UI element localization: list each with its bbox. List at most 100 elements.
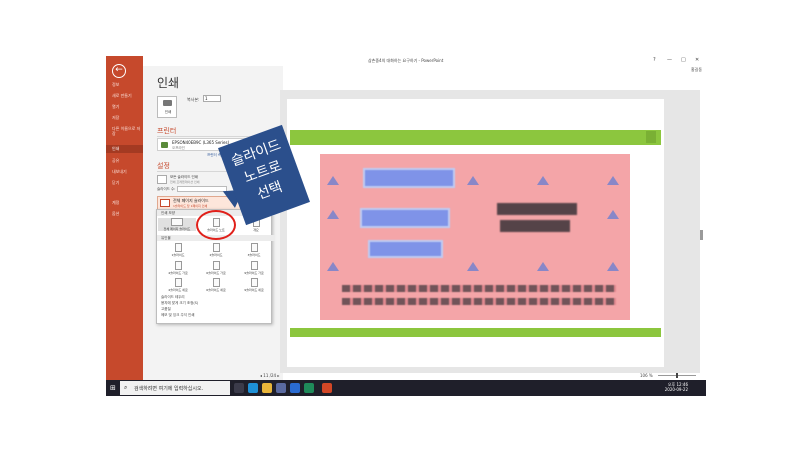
- page-total: /24: [269, 373, 277, 378]
- handout-icon: [250, 278, 258, 287]
- user-name[interactable]: 홍길동: [691, 67, 702, 73]
- close-icon[interactable]: ✕: [695, 57, 699, 63]
- back-arrow-icon[interactable]: ←: [112, 64, 126, 78]
- handout-3[interactable]: 3슬라이드: [237, 243, 271, 257]
- handout-icon: [174, 261, 182, 270]
- sidebar-item-info[interactable]: 정보: [112, 82, 142, 88]
- clock-date: 2020-09-22: [664, 387, 688, 392]
- task-view-icon[interactable]: [234, 383, 244, 393]
- print-button[interactable]: 인쇄: [157, 96, 177, 118]
- handout-9h[interactable]: 9슬라이드 가로: [237, 261, 271, 275]
- handout-icon: [174, 243, 182, 252]
- option-high-quality[interactable]: 고품질: [161, 307, 171, 312]
- printer-icon: [161, 142, 168, 148]
- blurred-text: [342, 285, 616, 292]
- title-bar: 삼촌중4의 대화하는 요구하기 - PowerPoint ? — □ ✕ 홍길동: [143, 56, 706, 72]
- option-frame-slides[interactable]: 슬라이드 테두리: [161, 295, 185, 300]
- shape: [327, 210, 339, 219]
- handout-icon: [212, 261, 220, 270]
- slides-input[interactable]: [177, 186, 227, 192]
- sidebar-item-share[interactable]: 공유: [112, 158, 142, 164]
- excel-icon[interactable]: [304, 383, 314, 393]
- minimize-icon[interactable]: —: [667, 57, 672, 63]
- shape: [537, 262, 549, 271]
- handout-label: 4슬라이드 가로: [168, 271, 188, 275]
- backstage-sidebar: ← 정보 새로 만들기 열기 저장 다른 이름으로 저장 인쇄 공유 내보내기 …: [106, 56, 143, 380]
- file-explorer-icon[interactable]: [262, 383, 272, 393]
- search-placeholder: 검색하려면 여기에 입력하십시오.: [134, 386, 204, 392]
- layout-selected-sub: 1슬라이드 당 1페이지 인쇄: [173, 204, 208, 208]
- window-title: 삼촌중4의 대화하는 요구하기 - PowerPoint: [368, 58, 444, 63]
- handout-9v[interactable]: 9슬라이드 세로: [237, 278, 271, 292]
- sidebar-item-export[interactable]: 내보내기: [112, 169, 142, 175]
- handout-6h[interactable]: 6슬라이드 가로: [199, 261, 233, 275]
- handout-2[interactable]: 2슬라이드: [199, 243, 233, 257]
- sidebar-item-new[interactable]: 새로 만들기: [112, 93, 142, 99]
- shape: [607, 176, 619, 185]
- help-icon[interactable]: ?: [653, 57, 656, 63]
- taskbar-search[interactable]: ⌕ 검색하려면 여기에 입력하십시오.: [120, 381, 230, 395]
- sidebar-item-options[interactable]: 옵션: [112, 211, 142, 217]
- handout-label: 2슬라이드: [209, 253, 223, 257]
- print-range-sub: 전체 프레젠테이션 인쇄: [170, 180, 200, 184]
- handout-label: 6슬라이드 세로: [206, 288, 226, 292]
- powerpoint-icon[interactable]: [322, 383, 332, 393]
- layout-full-page[interactable]: 전체 페이지 슬라이드: [158, 218, 196, 231]
- shape: [327, 262, 339, 271]
- maximize-icon[interactable]: □: [681, 57, 686, 63]
- handout-label: 4슬라이드 세로: [168, 288, 188, 292]
- mail-icon[interactable]: [290, 383, 300, 393]
- printer-name: EPSON40EB9C (L365 Series): [172, 140, 230, 145]
- windows-start-icon[interactable]: ⊞: [110, 384, 118, 392]
- layout-full-page-label: 전체 페이지 슬라이드: [163, 227, 191, 231]
- handout-label: 1슬라이드: [171, 253, 185, 257]
- search-icon: ⌕: [124, 384, 128, 391]
- system-clock[interactable]: 오후 12:46 2020-09-22: [665, 382, 688, 392]
- printer-status: 오프라인: [172, 146, 185, 150]
- slide-number-blurred: [646, 131, 656, 143]
- printer-icon: [163, 100, 172, 106]
- handout-label: 9슬라이드 가로: [244, 271, 264, 275]
- handout-4h[interactable]: 4슬라이드 가로: [161, 261, 195, 275]
- shape: [537, 176, 549, 185]
- blurred-box: [363, 168, 455, 188]
- copies-input[interactable]: 1: [203, 95, 221, 102]
- green-footer-bar: [290, 328, 661, 337]
- slides-icon: [157, 175, 167, 184]
- slides-label: 슬라이드 수:: [157, 187, 176, 191]
- store-icon[interactable]: [276, 383, 286, 393]
- layout-outline-label: 개요: [253, 228, 259, 232]
- option-scale-to-fit[interactable]: 용지에 맞게 크기 조정(S): [161, 301, 198, 306]
- windows-taskbar: ⊞ ⌕ 검색하려면 여기에 입력하십시오. 오후 12:46 2020-09-2…: [106, 380, 706, 396]
- full-page-icon: [171, 218, 183, 226]
- sidebar-item-save-as[interactable]: 다른 이름으로 저장: [112, 126, 142, 136]
- copies-label: 복사본:: [187, 97, 200, 102]
- shape: [607, 210, 619, 219]
- handout-icon: [212, 278, 220, 287]
- page-navigation[interactable]: ◂ 11 /24 ▸: [260, 373, 279, 378]
- handout-4v[interactable]: 4슬라이드 세로: [161, 278, 195, 292]
- blurred-text: [497, 203, 577, 215]
- slide-layout-icon: [160, 199, 170, 207]
- sidebar-item-account[interactable]: 계정: [112, 200, 142, 206]
- handout-icon: [212, 243, 220, 252]
- sidebar-item-close[interactable]: 닫기: [112, 180, 142, 186]
- handout-6v[interactable]: 6슬라이드 세로: [199, 278, 233, 292]
- sidebar-item-open[interactable]: 열기: [112, 104, 142, 110]
- handout-icon: [174, 278, 182, 287]
- handout-1[interactable]: 1슬라이드: [161, 243, 195, 257]
- sidebar-item-print[interactable]: 인쇄: [106, 145, 143, 153]
- print-button-label: 인쇄: [164, 110, 172, 114]
- option-print-comments[interactable]: 메모 및 잉크 주석 인쇄: [161, 313, 194, 318]
- edge-icon[interactable]: [248, 383, 258, 393]
- printer-section-header: 프린터: [157, 127, 177, 135]
- zoom-slider-knob[interactable]: [676, 373, 678, 378]
- blurred-box: [368, 240, 443, 258]
- handout-label: 3슬라이드: [247, 253, 261, 257]
- page-current[interactable]: 11: [263, 373, 268, 378]
- blurred-text: [500, 220, 570, 232]
- preview-scrollbar[interactable]: [700, 230, 703, 240]
- sidebar-item-save[interactable]: 저장: [112, 115, 142, 121]
- highlight-circle: [196, 210, 236, 240]
- shape: [607, 262, 619, 271]
